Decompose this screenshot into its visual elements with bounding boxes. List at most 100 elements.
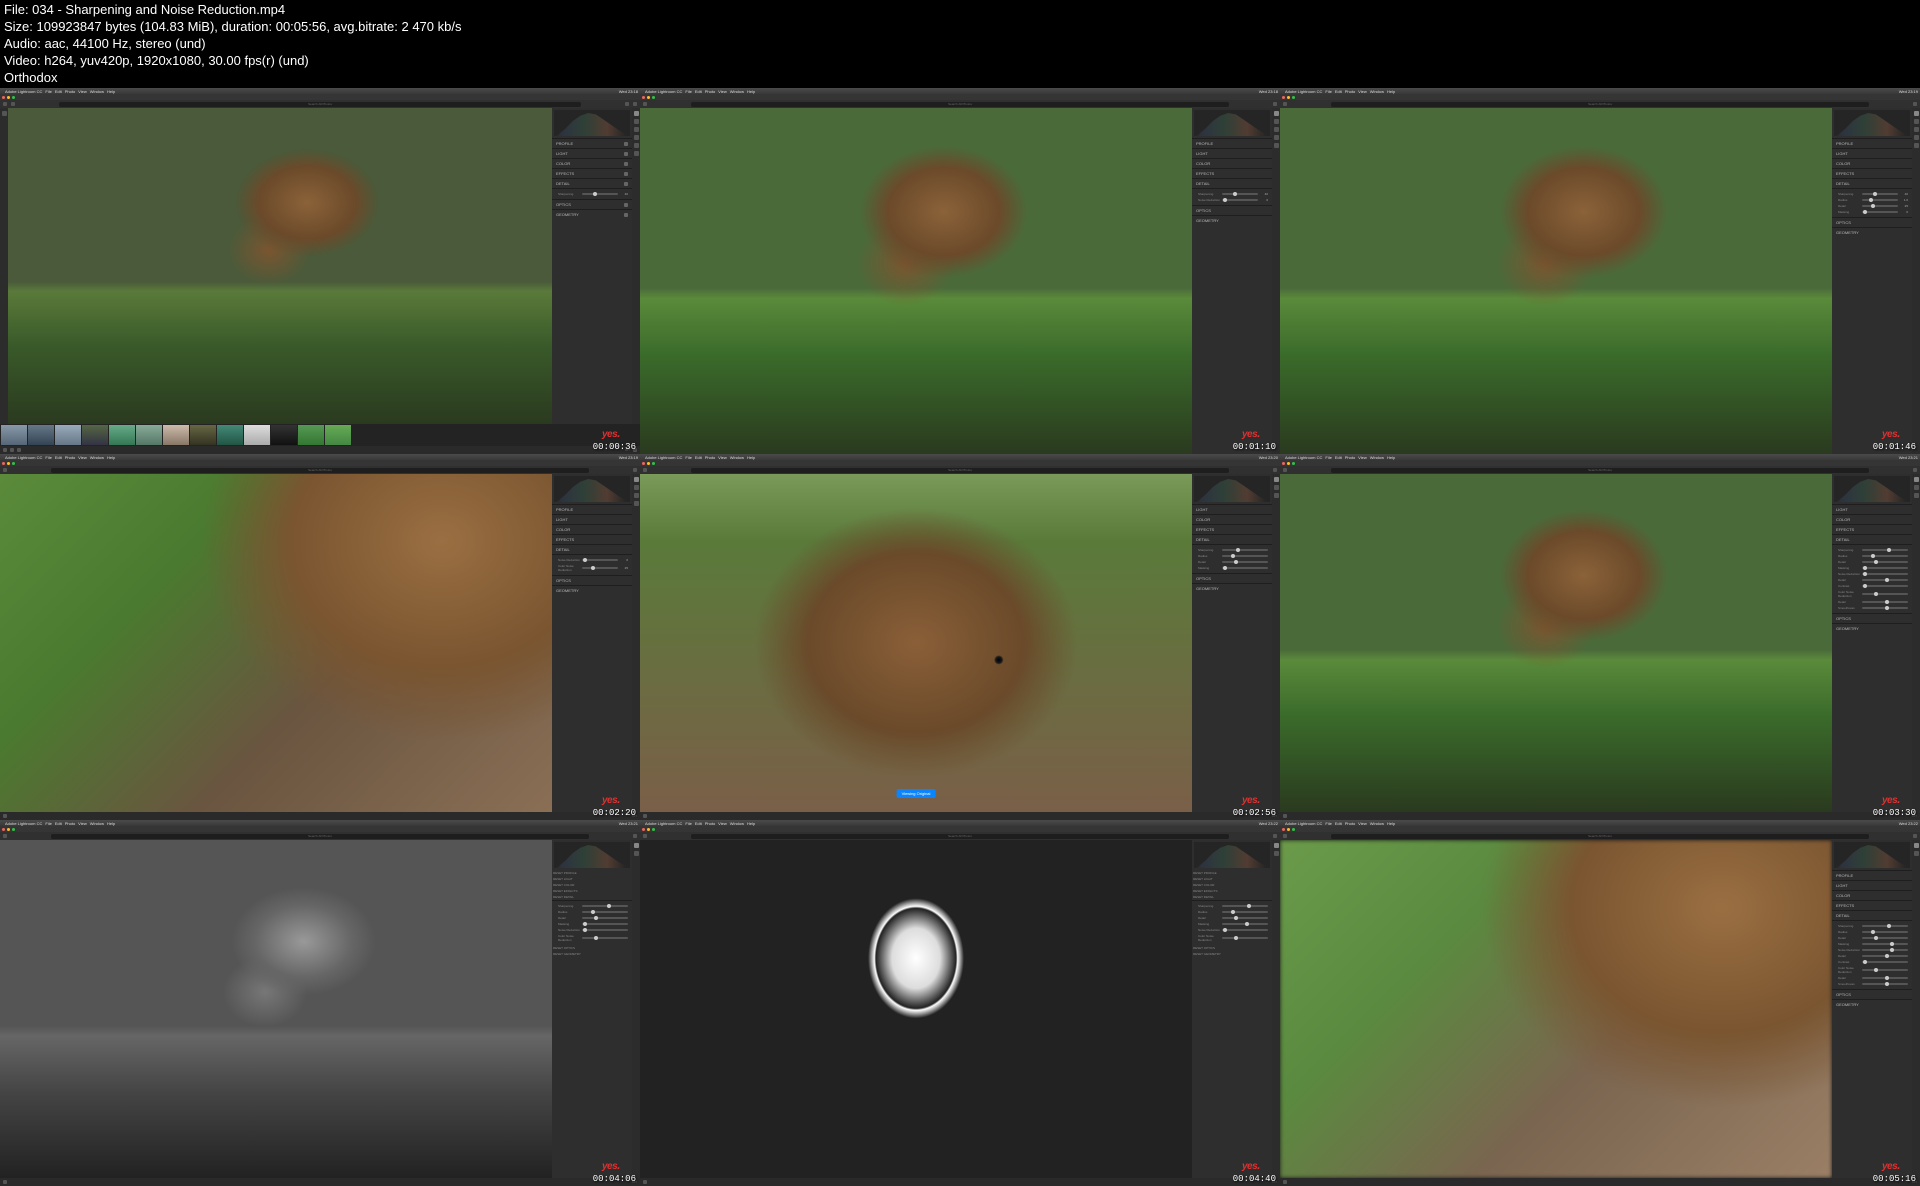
brush-icon[interactable] xyxy=(634,501,639,506)
view-icon[interactable] xyxy=(1273,468,1277,472)
photo-canvas[interactable] xyxy=(1280,108,1832,454)
menu-file[interactable]: File xyxy=(45,89,51,94)
add-photos-icon[interactable] xyxy=(2,111,7,116)
reset-geometry-button[interactable]: RESET GEOMETRY xyxy=(1192,951,1272,957)
photo-canvas[interactable] xyxy=(0,840,552,1178)
panel-optics[interactable]: OPTICS xyxy=(552,575,632,585)
view-icon[interactable] xyxy=(633,834,637,838)
crop-icon[interactable] xyxy=(1274,119,1279,124)
panel-color[interactable]: COLOR xyxy=(1192,158,1272,168)
panel-effects[interactable]: EFFECTS xyxy=(552,534,632,544)
edit-sliders-icon[interactable] xyxy=(1274,843,1279,848)
view-icon[interactable] xyxy=(1913,834,1917,838)
cnr-detail-slider[interactable] xyxy=(1862,977,1908,979)
minimize-icon[interactable] xyxy=(7,96,10,99)
nr-slider[interactable] xyxy=(582,559,618,561)
menu-help[interactable]: Help xyxy=(107,89,115,94)
search-input[interactable]: Search All Photos xyxy=(691,102,1229,107)
edit-sliders-icon[interactable] xyxy=(1274,111,1279,116)
masking-slider[interactable] xyxy=(1862,567,1908,569)
search-input[interactable]: Search All Photos xyxy=(51,468,589,473)
panel-color[interactable]: COLOR xyxy=(1832,890,1912,900)
crop-icon[interactable] xyxy=(1274,485,1279,490)
histogram[interactable] xyxy=(1834,842,1910,868)
heal-icon[interactable] xyxy=(634,493,639,498)
radial-gradient-icon[interactable] xyxy=(634,151,639,156)
thumbnail[interactable] xyxy=(136,425,162,445)
back-icon[interactable] xyxy=(643,834,647,838)
photo-canvas[interactable] xyxy=(640,840,1192,1178)
radius-slider[interactable] xyxy=(1862,931,1908,933)
panel-effects[interactable]: EFFECTS xyxy=(1832,168,1912,178)
nr-detail-slider[interactable] xyxy=(1862,955,1908,957)
histogram[interactable] xyxy=(554,476,630,502)
back-icon[interactable] xyxy=(643,468,647,472)
gradient-icon[interactable] xyxy=(1914,143,1919,148)
photo-canvas[interactable] xyxy=(1280,840,1832,1178)
panel-detail[interactable]: DETAIL xyxy=(1192,178,1272,188)
radius-slider[interactable] xyxy=(1222,911,1268,913)
app-name[interactable]: Adobe Lightroom CC xyxy=(5,89,42,94)
panel-optics[interactable]: OPTICS xyxy=(1192,205,1272,215)
detail-slider[interactable] xyxy=(582,917,628,919)
thumbnail[interactable] xyxy=(217,425,243,445)
panel-color[interactable]: COLOR xyxy=(1192,514,1272,524)
menu-edit[interactable]: Edit xyxy=(55,89,62,94)
crop-icon[interactable] xyxy=(1274,851,1279,856)
cnr-smooth-slider[interactable] xyxy=(1862,983,1908,985)
back-icon[interactable] xyxy=(3,468,7,472)
edit-sliders-icon[interactable] xyxy=(1274,477,1279,482)
detail-slider[interactable] xyxy=(1862,205,1898,207)
heal-icon[interactable] xyxy=(1274,493,1279,498)
close-icon[interactable] xyxy=(2,96,5,99)
flag-icon[interactable] xyxy=(3,448,7,452)
flag-icon[interactable] xyxy=(3,814,7,818)
edit-sliders-icon[interactable] xyxy=(1914,111,1919,116)
brush-icon[interactable] xyxy=(1274,135,1279,140)
masking-slider[interactable] xyxy=(1862,211,1898,213)
eye-icon[interactable] xyxy=(624,213,628,217)
brush-icon[interactable] xyxy=(1914,135,1919,140)
back-icon[interactable] xyxy=(1283,102,1287,106)
nr-contrast-slider[interactable] xyxy=(1862,961,1908,963)
thumbnail[interactable] xyxy=(55,425,81,445)
edit-sliders-icon[interactable] xyxy=(634,111,639,116)
edit-sliders-icon[interactable] xyxy=(634,843,639,848)
panel-light[interactable]: LIGHT xyxy=(1192,148,1272,158)
nr-detail-slider[interactable] xyxy=(1862,579,1908,581)
sharpening-slider[interactable] xyxy=(1222,193,1258,195)
maximize-icon[interactable] xyxy=(12,96,15,99)
panel-detail[interactable]: DETAIL xyxy=(1832,534,1912,544)
masking-slider[interactable] xyxy=(1862,943,1908,945)
panel-detail[interactable]: DETAIL xyxy=(1192,534,1272,544)
panel-profile[interactable]: PROFILE xyxy=(552,138,632,148)
panel-profile[interactable]: PROFILE xyxy=(1832,870,1912,880)
edit-sliders-icon[interactable] xyxy=(1914,843,1919,848)
panel-light[interactable]: LIGHT xyxy=(552,148,632,158)
flag-icon[interactable] xyxy=(3,1180,7,1184)
brush-icon[interactable] xyxy=(634,135,639,140)
heal-icon[interactable] xyxy=(1914,493,1919,498)
color-nr-slider[interactable] xyxy=(1862,969,1908,971)
view-icon[interactable] xyxy=(1273,102,1277,106)
masking-slider[interactable] xyxy=(582,923,628,925)
thumbnail[interactable] xyxy=(1,425,27,445)
menu-view[interactable]: View xyxy=(78,89,87,94)
view-icon[interactable] xyxy=(633,468,637,472)
view-icon[interactable] xyxy=(1273,834,1277,838)
grid-view-icon[interactable] xyxy=(625,102,629,106)
photo-canvas[interactable] xyxy=(640,108,1192,454)
search-input[interactable]: Search All Photos xyxy=(59,102,581,107)
color-nr-slider[interactable] xyxy=(582,937,628,939)
panel-optics[interactable]: OPTICS xyxy=(1832,989,1912,999)
eye-icon[interactable] xyxy=(624,152,628,156)
detail-slider[interactable] xyxy=(1862,561,1908,563)
sharpening-slider[interactable] xyxy=(1862,193,1898,195)
view-icon[interactable] xyxy=(1913,102,1917,106)
sharpening-slider[interactable] xyxy=(582,193,618,195)
photo-canvas[interactable]: Viewing Original xyxy=(640,474,1192,812)
radius-slider[interactable] xyxy=(1862,199,1898,201)
panel-optics[interactable]: OPTICS xyxy=(1192,573,1272,583)
panel-optics[interactable]: OPTICS xyxy=(1832,217,1912,227)
star-icon[interactable] xyxy=(17,448,21,452)
